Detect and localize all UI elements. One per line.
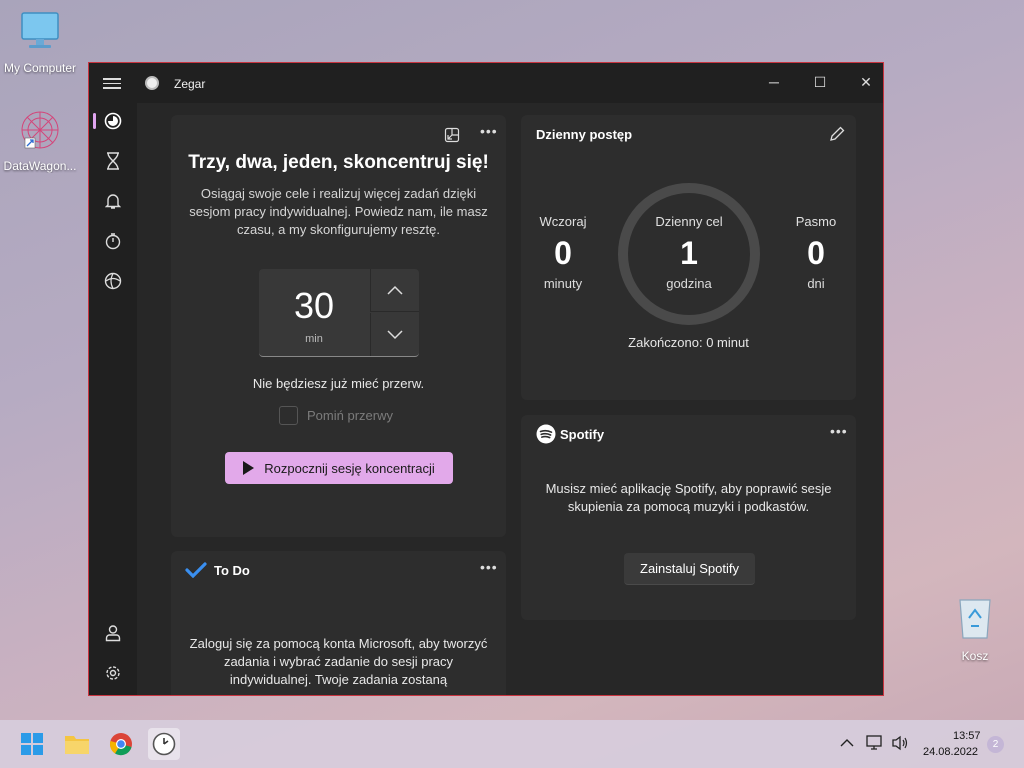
- notification-badge[interactable]: 2: [987, 736, 1004, 753]
- globe-icon: [104, 272, 122, 290]
- yesterday-unit: minuty: [543, 276, 583, 291]
- todo-header: To Do: [214, 563, 250, 578]
- title-bar[interactable]: Zegar ─ ☐ ✕: [89, 63, 883, 103]
- more-options-icon[interactable]: •••: [830, 423, 848, 439]
- clock-date[interactable]: 24.08.2022: [923, 746, 978, 758]
- file-explorer-button[interactable]: [61, 728, 93, 760]
- spotify-card: Spotify ••• Musisz mieć aplikację Spotif…: [521, 415, 856, 620]
- desktop-icon-datawagon[interactable]: DataWagon...: [0, 108, 80, 173]
- hourglass-icon: [107, 152, 119, 170]
- focus-description: Osiągaj swoje cele i realizuj więcej zad…: [189, 186, 488, 237]
- hamburger-menu-icon[interactable]: [103, 75, 121, 91]
- volume-icon[interactable]: [891, 735, 909, 751]
- start-button[interactable]: [16, 728, 48, 760]
- datawagon-icon: [21, 111, 59, 149]
- nav-timer[interactable]: [97, 145, 129, 177]
- completed-text: Zakończono: 0 minut: [628, 335, 749, 350]
- todo-card: To Do ••• Zaloguj się za pomocą konta Mi…: [171, 551, 506, 695]
- start-focus-session-button[interactable]: Rozpocznij sesję koncentracji: [225, 452, 453, 484]
- progress-header: Dzienny postęp: [536, 127, 633, 142]
- main-content: ••• Trzy, dwa, jeden, skoncentruj się! O…: [137, 103, 883, 695]
- yesterday-label: Wczoraj: [539, 214, 587, 229]
- yesterday-value: 0: [554, 235, 572, 271]
- streak-label: Pasmo: [795, 214, 837, 229]
- spotify-logo-icon: [536, 424, 556, 444]
- more-options-icon[interactable]: •••: [480, 559, 498, 575]
- todo-message: Zaloguj się za pomocą konta Microsoft, a…: [189, 636, 488, 687]
- stopwatch-icon: [105, 233, 121, 250]
- taskbar: 13:57 24.08.2022 2: [0, 720, 1024, 768]
- decrease-button[interactable]: [370, 313, 419, 356]
- maximize-button[interactable]: ☐: [805, 71, 835, 93]
- file-explorer-icon: [65, 736, 89, 754]
- todo-check-icon: [185, 562, 207, 578]
- desktop-icon-label: Kosz: [961, 649, 989, 663]
- streak-unit: dni: [807, 276, 825, 291]
- account-icon: [105, 625, 121, 642]
- window-title: Zegar: [174, 77, 206, 91]
- close-button[interactable]: ✕: [851, 71, 881, 93]
- skip-breaks-label: Pomiń przerwy: [307, 408, 393, 423]
- clock-app-icon: [145, 76, 159, 90]
- bell-icon: [105, 194, 121, 209]
- settings-icon: [106, 666, 120, 680]
- start-icon: [21, 733, 43, 755]
- start-button-label: Rozpocznij sesję koncentracji: [264, 460, 435, 476]
- chevron-up-icon: [387, 285, 403, 295]
- nav-alarm[interactable]: [97, 185, 129, 217]
- compact-overlay-icon[interactable]: [444, 127, 460, 143]
- nav-focus-sessions[interactable]: [93, 105, 129, 137]
- clock-window: Zegar ─ ☐ ✕ ••• Trzy, dwa, jeden, skonce…: [88, 62, 884, 696]
- daily-goal-stat[interactable]: Dzienny cel 1 godzina: [649, 214, 729, 291]
- focus-icon: [104, 112, 122, 130]
- spotify-header: Spotify: [560, 427, 605, 442]
- focus-session-card: ••• Trzy, dwa, jeden, skoncentruj się! O…: [171, 115, 506, 537]
- nav-settings[interactable]: [97, 657, 129, 689]
- sidebar: [89, 103, 137, 695]
- show-hidden-icons-icon[interactable]: [840, 738, 854, 748]
- desktop-icon-label: My Computer: [3, 61, 77, 75]
- focus-title: Trzy, dwa, jeden, skoncentruj się!: [188, 152, 489, 173]
- streak-stat: Pasmo 0 dni: [776, 214, 856, 291]
- install-spotify-button[interactable]: Zainstaluj Spotify: [624, 553, 755, 585]
- clock-app-button[interactable]: [148, 728, 180, 760]
- clock-time[interactable]: 13:57: [953, 730, 981, 742]
- nav-account[interactable]: [97, 617, 129, 649]
- recycle-bin-icon: [959, 599, 991, 639]
- computer-icon: [21, 12, 59, 48]
- minimize-button[interactable]: ─: [759, 71, 789, 93]
- daily-goal-label: Dzienny cel: [655, 214, 723, 229]
- play-icon: [243, 461, 255, 475]
- desktop-icon-my-computer[interactable]: My Computer: [0, 10, 80, 75]
- edit-icon[interactable]: [829, 126, 845, 142]
- streak-value: 0: [807, 235, 825, 271]
- desktop-icon-recycle-bin[interactable]: Kosz: [935, 596, 1015, 663]
- clock-app-icon: [152, 732, 176, 756]
- network-icon[interactable]: [866, 735, 884, 751]
- yesterday-stat: Wczoraj 0 minuty: [523, 214, 603, 291]
- checkbox-box[interactable]: [279, 406, 298, 425]
- chrome-icon: [109, 733, 132, 756]
- skip-breaks-checkbox[interactable]: Pomiń przerwy: [279, 406, 393, 425]
- chevron-down-icon: [387, 329, 403, 339]
- minutes-unit: min: [305, 333, 323, 345]
- daily-progress-card: Dzienny postęp Wczoraj 0 minuty Dzienny …: [521, 115, 856, 400]
- daily-goal-value: 1: [680, 235, 698, 271]
- nav-stopwatch[interactable]: [97, 225, 129, 257]
- spotify-message: Musisz mieć aplikację Spotify, aby popra…: [545, 481, 832, 514]
- minutes-value[interactable]: 30: [259, 285, 369, 327]
- minutes-stepper[interactable]: 30 min: [259, 269, 419, 357]
- more-options-icon[interactable]: •••: [480, 123, 498, 139]
- daily-goal-unit: godzina: [666, 276, 712, 291]
- nav-world-clock[interactable]: [97, 265, 129, 297]
- no-break-text: Nie będziesz już mieć przerw.: [252, 376, 425, 391]
- desktop-icon-label: DataWagon...: [3, 159, 77, 173]
- increase-button[interactable]: [370, 269, 419, 312]
- chrome-button[interactable]: [105, 728, 137, 760]
